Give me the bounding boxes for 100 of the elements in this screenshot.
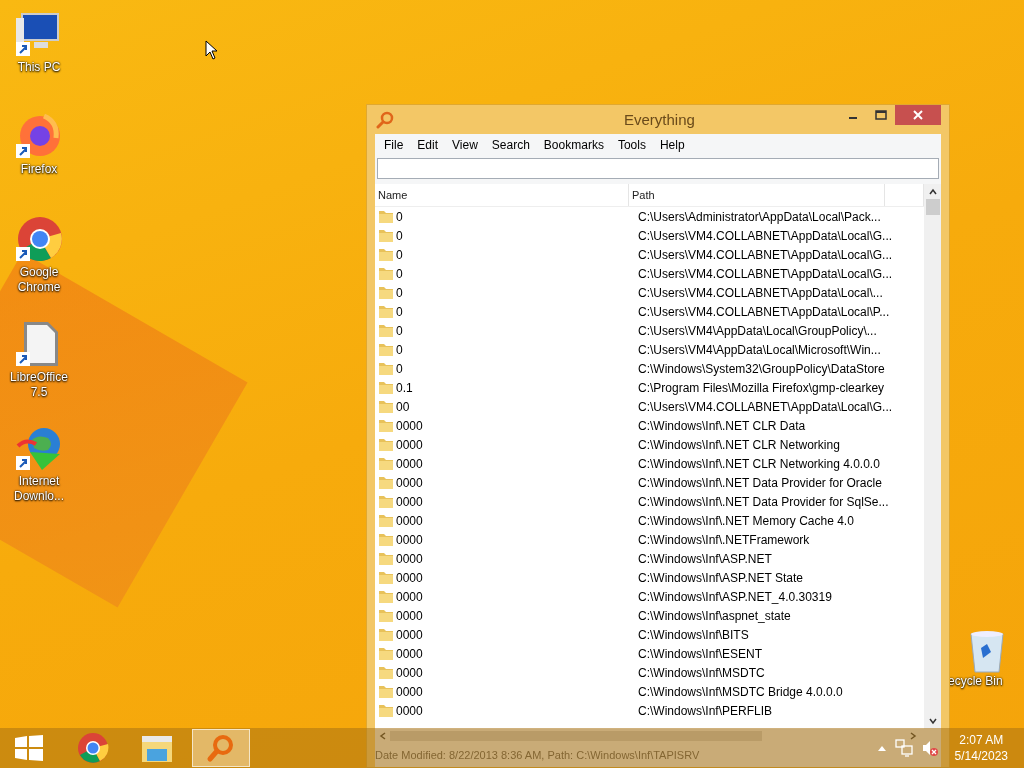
table-cell-text: C:\Windows\System32\GroupPolicy\DataStore [637,361,885,376]
table-cell: 0000 [396,589,423,604]
table-cell: 0000 [396,665,423,680]
close-button[interactable] [895,105,941,125]
folder-icon [378,209,394,224]
folder-icon [378,589,394,604]
table-cell-text: C:\Windows\Inf\ASP.NET State [637,570,803,585]
chevron-down-icon[interactable] [927,716,938,726]
trash-bin-icon[interactable] [969,630,1005,674]
table-cell: 0 [396,228,403,243]
folder-icon [378,342,394,357]
maximize-icon [875,110,887,120]
table-cell: 0000 [396,608,423,623]
table-cell-text: C:\Windows\Inf\.NET Data Provider for SqlSe... [637,494,889,509]
chevron-right-icon[interactable] [909,731,917,741]
table-cell-text: C:\Windows\Inf\BITS [637,627,749,642]
column-header[interactable]: Path [629,184,885,206]
table-cell: 0 [396,285,403,300]
network-icon[interactable] [894,739,913,757]
menu-item[interactable]: View [445,136,485,154]
status-text: Date Modified: 8/22/2013 8:36 AM, Path: C:\Windows\Inf\TAPISRV [375,749,700,761]
table-cell-text: C:\Users\VM4.COLLABNET\AppData\Local\P... [637,304,890,319]
table-cell: 0000 [396,532,423,547]
table-cell-text: C:\Windows\Inf\MSDTC [637,665,765,680]
folder-icon [378,266,394,281]
table-cell-text: C:\Program Files\Mozilla Firefox\gmp-clearkey [637,380,885,395]
table-cell-text: C:\Users\VM4.COLLABNET\AppData\Local\G... [637,399,893,414]
search-field[interactable] [377,158,939,179]
menu-item[interactable]: Bookmarks [536,136,611,154]
table-cell: 0 [396,323,403,338]
chevron-left-icon[interactable] [379,731,387,741]
browser-icon[interactable] [14,215,64,263]
menu-item[interactable]: Edit [410,136,446,154]
folder-icon [378,399,394,414]
folder-icon [378,304,394,319]
taskbar-button[interactable] [192,729,250,767]
table-cell: 0 [396,266,403,281]
table-cell: 0000 [396,551,423,566]
folder-icon [378,532,394,547]
close-icon [913,110,923,120]
table-cell-text: C:\Windows\Inf\ASP.NET [637,551,772,566]
table-cell-text: C:\Users\VM4.COLLABNET\AppData\Local\G... [637,266,893,281]
table-cell: 0000 [396,494,423,509]
folder-icon [378,361,394,376]
table-cell: 0000 [396,684,423,699]
table-cell-text: C:\Windows\Inf\MSDTC Bridge 4.0.0.0 [637,684,843,699]
folder-icon [378,228,394,243]
table-cell: 0 [396,304,403,319]
menu-item[interactable]: Search [484,136,537,154]
chevron-up-icon[interactable] [927,187,938,197]
minimize-icon [849,117,857,119]
magnifier-icon [206,733,236,763]
folder-icon [378,456,394,471]
table-cell: 0 [396,342,403,357]
scroll-thumb[interactable] [925,199,940,215]
folder-icon [378,703,394,718]
column-header[interactable]: Name [375,184,629,206]
table-cell-text: C:\Windows\Inf\PERFLIB [637,703,773,718]
folder-icon [378,608,394,623]
table-cell-text: C:\Users\VM4.COLLABNET\AppData\Local\G... [637,228,893,243]
table-cell-text: C:\Users\VM4.COLLABNET\AppData\Local\G... [637,247,893,262]
cursor-icon [205,40,218,60]
table-cell: 0 [396,361,403,376]
folder-icon [378,570,394,585]
table-cell-text: C:\Windows\Inf\.NET Data Provider for Oracle [637,475,882,490]
menu-item[interactable]: File [377,136,411,154]
folder-icon [378,475,394,490]
menu-item[interactable]: Tools [610,136,653,154]
folder-icon [378,418,394,433]
table-cell-text: C:\Windows\Inf\.NET Memory Cache 4.0 [637,513,854,528]
table-cell: 0000 [396,627,423,642]
folder-icon [378,684,394,699]
folder-icon [378,665,394,680]
folder-icon [141,733,173,763]
table-cell-text: C:\Windows\Inf\.NET CLR Data [637,418,806,433]
horizontal-scrollbar[interactable] [375,729,941,743]
table-cell: 0 [396,247,403,262]
folder-icon [378,551,394,566]
folder-icon [378,494,394,509]
folder-icon [378,247,394,262]
table-cell-text: C:\Users\VM4\AppData\Local\Microsoft\Win... [637,342,881,357]
table-cell: 00 [396,399,410,414]
folder-icon [378,380,394,395]
folder-icon [378,323,394,338]
vertical-scrollbar[interactable] [924,184,941,729]
table-cell-text: C:\Windows\Inf\ASP.NET_4.0.30319 [637,589,832,604]
folder-icon [378,285,394,300]
muted-speaker-icon[interactable] [920,739,939,757]
table-cell-text: C:\Users\VM4\AppData\Local\GroupPolicy\... [637,323,877,338]
table-cell: 0000 [396,475,423,490]
folder-icon [378,513,394,528]
table-cell-text: C:\Windows\Inf\aspnet_state [637,608,791,623]
magnifier-icon [376,110,394,129]
table-cell: 0000 [396,456,423,471]
menu-item[interactable]: Help [652,136,692,154]
table-cell: 0000 [396,437,423,452]
table-cell: 0 [396,209,403,224]
table-cell-text: C:\Windows\Inf\.NET CLR Networking [637,437,840,452]
table-cell-text: C:\Windows\Inf\.NET CLR Networking 4.0.0.0 [637,456,880,471]
folder-icon [378,627,394,642]
